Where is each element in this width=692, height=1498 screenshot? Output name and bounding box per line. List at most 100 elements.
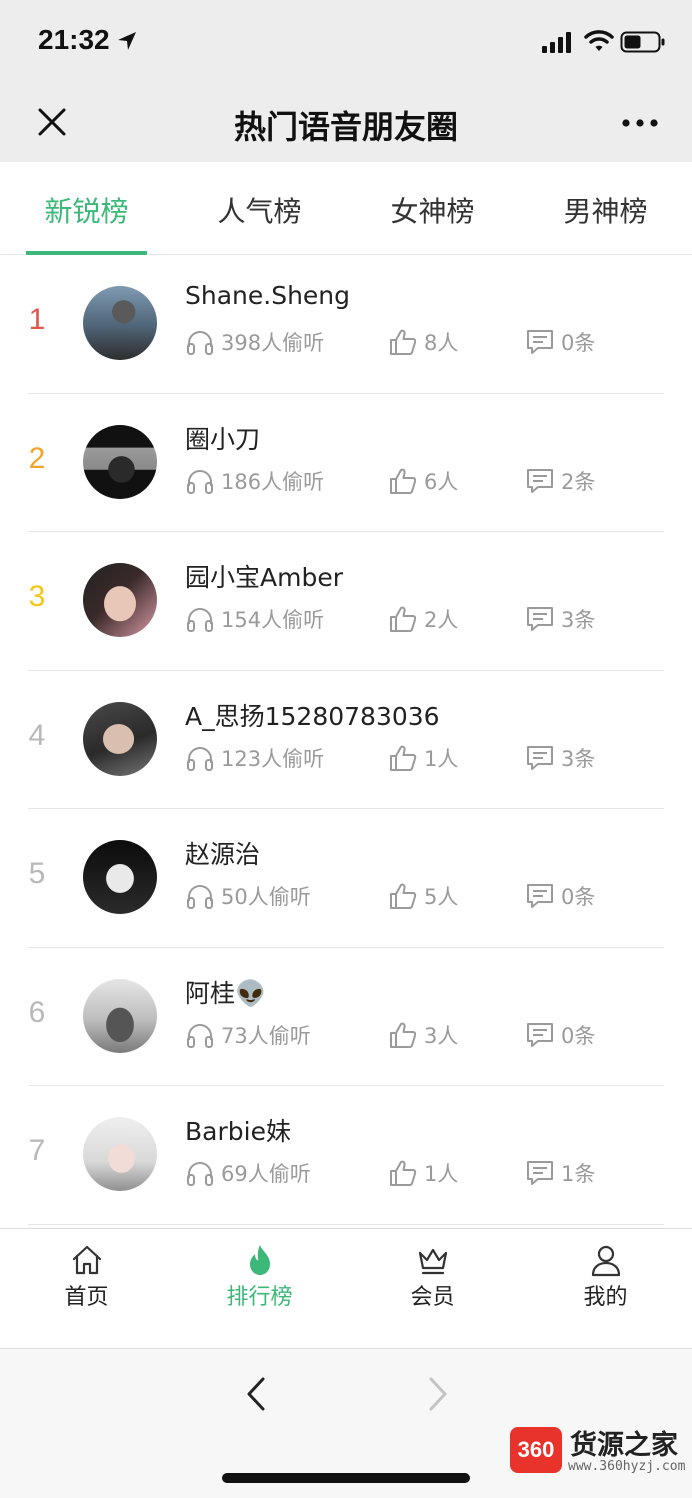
divider [28, 1223, 664, 1225]
listen-count: 73人偷听 [185, 1020, 311, 1050]
list-item-rank-1[interactable]: 1 Shane.Sheng 398人偷听 8人 0条 [0, 255, 692, 394]
listen-count: 123人偷听 [185, 743, 324, 773]
comment-icon [527, 468, 553, 493]
stats: 73人偷听 3人 0条 [185, 1020, 665, 1052]
rank-number: 5 [28, 857, 46, 890]
avatar[interactable] [83, 701, 157, 776]
stat-value: 8人 [424, 331, 459, 355]
avatar[interactable] [83, 563, 157, 637]
headphones-icon [187, 885, 213, 909]
comment-count[interactable]: 0条 [525, 327, 595, 357]
avatar[interactable] [83, 286, 157, 360]
avatar[interactable] [83, 1117, 157, 1191]
stats: 186人偷听 6人 2条 [185, 466, 665, 498]
user-name: 园小宝Amber [185, 563, 343, 592]
stat-value: 0条 [561, 1023, 596, 1048]
thumbs-up-icon [390, 1022, 417, 1048]
browser-toolbar: 360 货源之家 www.360hyzj.com [0, 1348, 692, 1498]
ranking-list: 1 Shane.Sheng 398人偷听 8人 0条 2 圈小刀 186人偷听 … [0, 255, 692, 1225]
bottom-tab-label: 会员 [410, 1285, 455, 1310]
like-count[interactable]: 3人 [388, 1020, 458, 1050]
bottom-tab-home[interactable]: 首页 [0, 1229, 173, 1348]
like-count[interactable]: 1人 [388, 1158, 458, 1188]
home-icon [72, 1245, 101, 1275]
comment-count[interactable]: 0条 [525, 881, 595, 911]
comment-icon [527, 1022, 553, 1047]
comment-count[interactable]: 1条 [525, 1158, 595, 1188]
page-title: 热门语音朋友圈 [233, 108, 458, 146]
nav-bar: 热门语音朋友圈 [0, 84, 692, 162]
stat-value: 3条 [561, 746, 596, 771]
back-arrow-icon[interactable] [236, 1373, 276, 1415]
rank-number: 6 [28, 995, 46, 1029]
status-time: 21:32 [38, 24, 110, 55]
tab-goddess[interactable]: 女神榜 [346, 162, 519, 254]
comment-count[interactable]: 3条 [525, 743, 595, 773]
stats: 398人偷听 8人 0条 [185, 327, 665, 359]
tab-popular[interactable]: 人气榜 [173, 162, 346, 254]
rank-number: 7 [28, 1134, 46, 1167]
listen-count: 398人偷听 [185, 327, 324, 357]
thumbs-up-icon [390, 883, 417, 909]
headphones-icon [187, 1023, 213, 1048]
stat-value: 0条 [561, 885, 596, 909]
thumbs-up-icon [390, 468, 417, 494]
tab-new[interactable]: 新锐榜 [0, 162, 173, 255]
comment-icon [527, 884, 553, 908]
list-item-rank-5[interactable]: 5 赵源治 50人偷听 5人 0条 [0, 809, 692, 948]
headphones-icon [187, 331, 213, 355]
list-item-rank-6[interactable]: 6 阿桂👽 73人偷听 3人 0条 [0, 948, 692, 1086]
watermark-url: www.360hyzj.com [568, 1459, 686, 1474]
tab-male-god[interactable]: 男神榜 [519, 162, 692, 254]
status-bar: 21:32 [0, 0, 692, 84]
bottom-tab-ranking[interactable]: 排行榜 [173, 1229, 346, 1348]
stat-value: 1条 [561, 1162, 596, 1186]
comment-icon [527, 1161, 553, 1185]
stat-value: 69人偷听 [221, 1162, 311, 1186]
headphones-icon [187, 469, 213, 494]
avatar[interactable] [83, 840, 157, 914]
stat-value: 3条 [561, 608, 596, 632]
bottom-tab-me[interactable]: 我的 [519, 1229, 692, 1348]
rank-number: 3 [28, 580, 46, 613]
like-count[interactable]: 1人 [388, 743, 458, 773]
listen-count: 69人偷听 [185, 1158, 311, 1188]
user-name: 赵源治 [185, 840, 261, 869]
avatar[interactable] [83, 978, 157, 1053]
wifi-icon [584, 30, 614, 51]
watermark: 360 货源之家 www.360hyzj.com [506, 1415, 686, 1479]
headphones-icon [187, 1162, 213, 1186]
stat-value: 3人 [424, 1023, 459, 1048]
crown-icon [418, 1248, 447, 1275]
stat-value: 1人 [424, 1162, 459, 1186]
rank-number: 2 [28, 441, 46, 475]
list-item-rank-3[interactable]: 3 园小宝Amber 154人偷听 2人 3条 [0, 532, 692, 671]
more-button[interactable] [616, 108, 664, 138]
comment-count[interactable]: 3条 [525, 604, 595, 634]
list-item-rank-7[interactable]: 7 Barbie妹 69人偷听 1人 1条 [0, 1086, 692, 1225]
bottom-tab-label: 我的 [583, 1285, 628, 1310]
stat-value: 398人偷听 [221, 331, 325, 355]
like-count[interactable]: 6人 [388, 466, 458, 496]
list-item-rank-4[interactable]: 4 A_思扬15280783036 123人偷听 1人 3条 [0, 671, 692, 809]
stat-value: 2条 [561, 469, 596, 494]
forward-arrow-icon[interactable] [418, 1373, 458, 1415]
list-item-rank-2[interactable]: 2 圈小刀 186人偷听 6人 2条 [0, 394, 692, 532]
like-count[interactable]: 2人 [388, 604, 458, 634]
watermark-title: 货源之家 [570, 1430, 678, 1461]
stat-value: 6人 [424, 469, 459, 494]
home-indicator [222, 1473, 470, 1483]
bottom-tab-vip[interactable]: 会员 [346, 1229, 519, 1348]
bottom-tab-label: 排行榜 [226, 1285, 293, 1310]
ranking-tabs: 新锐榜 人气榜 女神榜 男神榜 [0, 162, 692, 255]
stat-value: 186人偷听 [221, 469, 325, 494]
thumbs-up-icon [390, 745, 417, 771]
user-icon [591, 1245, 620, 1277]
comment-count[interactable]: 0条 [525, 1020, 595, 1050]
stats: 123人偷听 1人 3条 [185, 743, 665, 775]
comment-count[interactable]: 2条 [525, 466, 595, 496]
stats: 50人偷听 5人 0条 [185, 881, 665, 913]
like-count[interactable]: 5人 [388, 881, 458, 911]
like-count[interactable]: 8人 [388, 327, 458, 357]
avatar[interactable] [83, 424, 157, 499]
